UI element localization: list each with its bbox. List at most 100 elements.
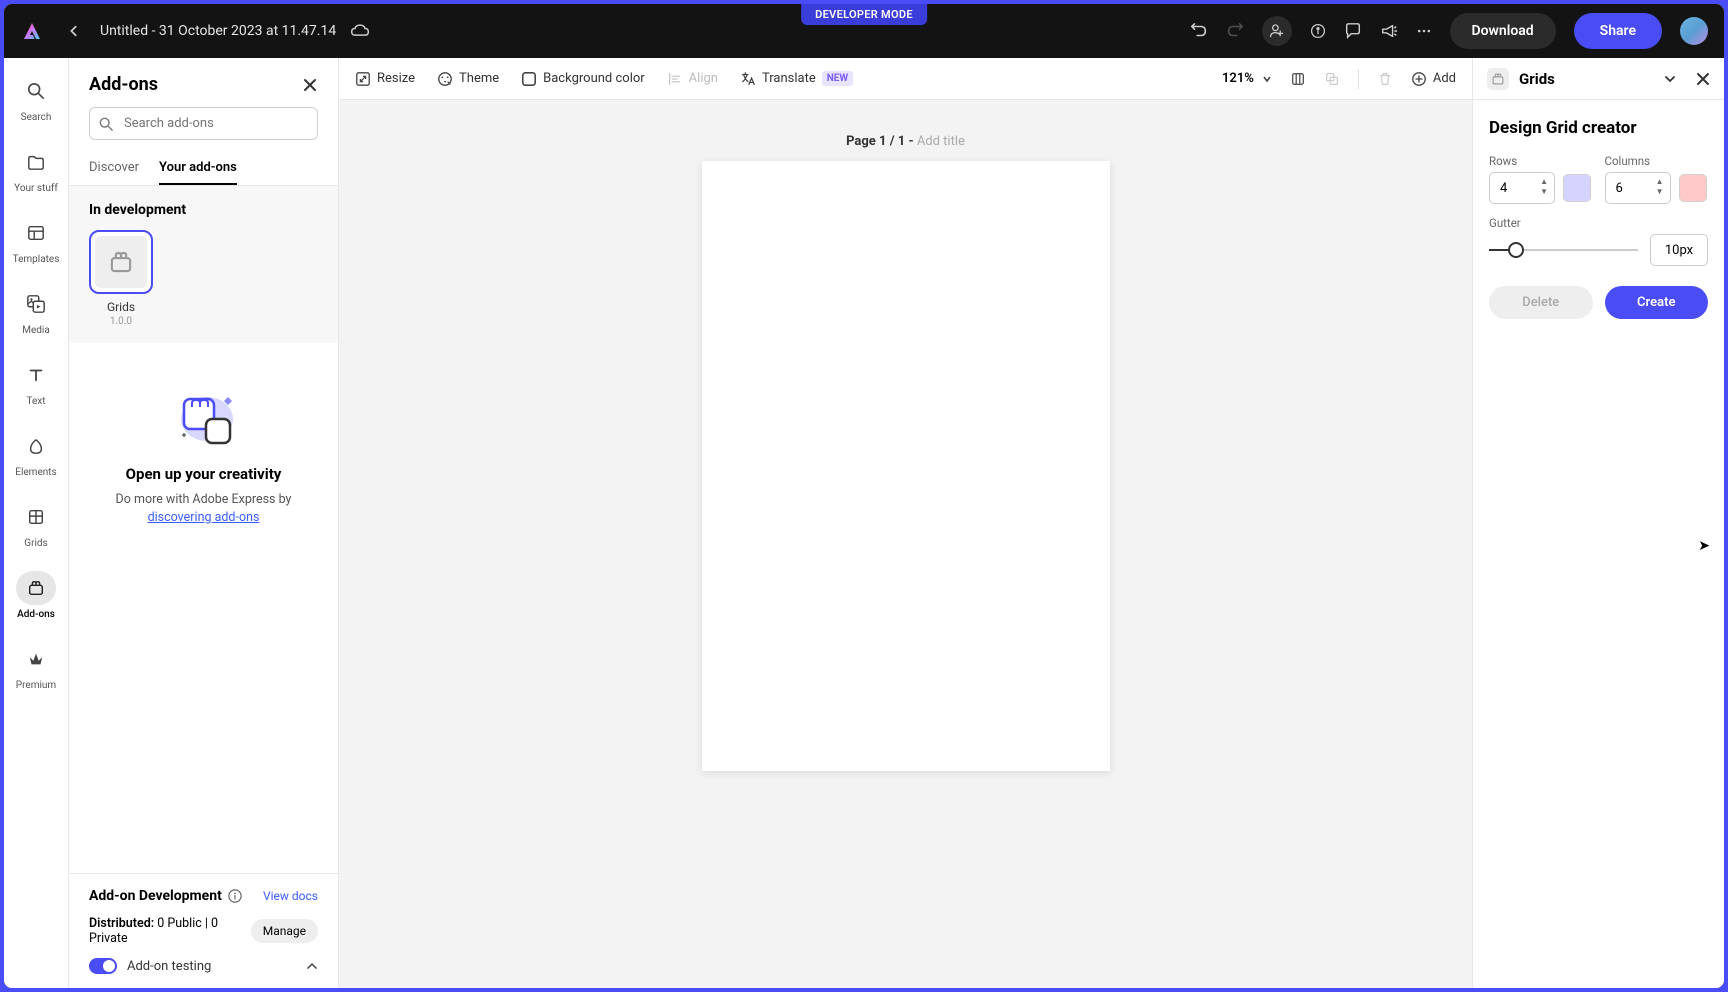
panel-addon-icon bbox=[1487, 68, 1509, 90]
rail-label: Add-ons bbox=[17, 609, 55, 620]
invite-button[interactable] bbox=[1262, 16, 1292, 46]
layers-icon[interactable] bbox=[1290, 71, 1306, 87]
stepper-down-icon[interactable]: ▼ bbox=[1656, 188, 1664, 198]
rail-label: Grids bbox=[24, 538, 47, 549]
rail-text[interactable]: Text bbox=[16, 358, 56, 407]
gutter-label: Gutter bbox=[1489, 216, 1708, 230]
share-button[interactable]: Share bbox=[1574, 13, 1662, 49]
close-panel-icon[interactable] bbox=[302, 77, 318, 93]
zoom-value: 121% bbox=[1222, 71, 1254, 86]
top-header: DEVELOPER MODE Untitled - 31 October 202… bbox=[4, 4, 1724, 58]
chevron-down-icon[interactable] bbox=[1664, 73, 1676, 85]
chevron-up-icon[interactable] bbox=[306, 960, 318, 972]
canvas-page[interactable] bbox=[702, 161, 1110, 771]
search-addons-input[interactable] bbox=[89, 107, 318, 140]
cols-value[interactable] bbox=[1616, 181, 1646, 196]
page-title-placeholder: Add title bbox=[917, 134, 965, 149]
rail-label: Media bbox=[22, 325, 50, 336]
cols-label: Columns bbox=[1605, 154, 1709, 168]
duplicate-icon bbox=[1324, 71, 1340, 87]
rail-addons[interactable]: Add-ons bbox=[16, 571, 56, 620]
theme-label: Theme bbox=[459, 71, 499, 86]
resize-button[interactable]: Resize bbox=[355, 71, 415, 87]
bgcolor-label: Background color bbox=[543, 71, 645, 86]
panel-title: Grids bbox=[1519, 70, 1654, 88]
comment-icon[interactable] bbox=[1344, 22, 1362, 40]
rail-label: Your stuff bbox=[14, 183, 58, 194]
cols-color-swatch[interactable] bbox=[1679, 174, 1707, 202]
rail-premium[interactable]: Premium bbox=[16, 642, 56, 691]
rail-search[interactable]: Search bbox=[16, 74, 56, 123]
view-docs-link[interactable]: View docs bbox=[263, 889, 318, 903]
page-number: Page 1 / 1 - bbox=[846, 134, 917, 149]
grid-creator-title: Design Grid creator bbox=[1489, 118, 1708, 138]
app-logo[interactable] bbox=[20, 19, 44, 43]
rail-label: Premium bbox=[16, 680, 56, 691]
theme-button[interactable]: Theme bbox=[437, 71, 499, 87]
gutter-slider[interactable] bbox=[1489, 249, 1638, 251]
announce-icon[interactable] bbox=[1380, 22, 1398, 40]
addon-name: Grids bbox=[107, 300, 135, 314]
developer-mode-badge: DEVELOPER MODE bbox=[801, 4, 927, 25]
testing-label: Add-on testing bbox=[127, 959, 211, 974]
translate-button[interactable]: Translate NEW bbox=[740, 71, 853, 87]
delete-button: Delete bbox=[1489, 286, 1593, 319]
addon-card-grids[interactable]: Grids 1.0.0 bbox=[89, 230, 153, 327]
slider-thumb[interactable] bbox=[1508, 242, 1524, 258]
document-title[interactable]: Untitled - 31 October 2023 at 11.47.14 bbox=[100, 23, 336, 39]
testing-toggle[interactable] bbox=[89, 958, 117, 974]
add-page-button[interactable]: Add bbox=[1411, 71, 1456, 87]
rows-color-swatch[interactable] bbox=[1563, 174, 1591, 202]
cols-input[interactable]: ▲▼ bbox=[1605, 172, 1671, 204]
redo-icon[interactable] bbox=[1226, 22, 1244, 40]
cloud-sync-icon[interactable] bbox=[350, 23, 370, 39]
resize-label: Resize bbox=[377, 71, 415, 86]
close-panel-icon[interactable] bbox=[1696, 72, 1710, 86]
align-button: Align bbox=[667, 71, 718, 87]
rail-label: Text bbox=[26, 396, 45, 407]
promo-illustration bbox=[172, 377, 236, 447]
more-icon[interactable] bbox=[1416, 23, 1432, 39]
info-icon[interactable] bbox=[228, 889, 242, 903]
back-button[interactable] bbox=[64, 21, 84, 41]
rail-label: Templates bbox=[13, 254, 60, 265]
help-icon[interactable] bbox=[1310, 23, 1326, 39]
rows-label: Rows bbox=[1489, 154, 1593, 168]
distributed-label: Distributed: bbox=[89, 916, 154, 931]
tab-your-addons[interactable]: Your add-ons bbox=[159, 152, 237, 185]
rail-grids[interactable]: Grids bbox=[16, 500, 56, 549]
rows-value[interactable] bbox=[1500, 181, 1530, 196]
translate-label: Translate bbox=[762, 71, 816, 86]
align-label: Align bbox=[689, 71, 718, 86]
zoom-control[interactable]: 121% bbox=[1222, 71, 1272, 86]
in-development-heading: In development bbox=[89, 202, 318, 218]
new-badge: NEW bbox=[822, 71, 853, 86]
trash-icon bbox=[1377, 71, 1393, 87]
addon-dev-title: Add-on Development bbox=[89, 888, 222, 904]
bgcolor-button[interactable]: Background color bbox=[521, 71, 645, 87]
page-label[interactable]: Page 1 / 1 - Add title bbox=[846, 134, 965, 149]
tab-discover[interactable]: Discover bbox=[89, 152, 139, 185]
rail-label: Search bbox=[21, 112, 52, 123]
rows-input[interactable]: ▲▼ bbox=[1489, 172, 1555, 204]
stepper-down-icon[interactable]: ▼ bbox=[1540, 188, 1548, 198]
rail-templates[interactable]: Templates bbox=[13, 216, 60, 265]
promo-text: Do more with Adobe Express by bbox=[116, 492, 292, 507]
manage-button[interactable]: Manage bbox=[251, 919, 318, 943]
canvas-area[interactable]: Page 1 / 1 - Add title bbox=[339, 100, 1472, 988]
promo-heading: Open up your creativity bbox=[126, 465, 282, 483]
discover-addons-link[interactable]: discovering add-ons bbox=[148, 510, 260, 525]
addon-version: 1.0.0 bbox=[110, 316, 132, 327]
create-button[interactable]: Create bbox=[1605, 286, 1709, 319]
gutter-input[interactable] bbox=[1650, 234, 1708, 266]
rail-media[interactable]: Media bbox=[16, 287, 56, 336]
download-button[interactable]: Download bbox=[1450, 13, 1556, 49]
rail-label: Elements bbox=[15, 467, 56, 478]
right-panel: Grids Design Grid creator Rows ▲▼ Colum bbox=[1472, 58, 1724, 988]
add-label: Add bbox=[1433, 71, 1456, 86]
user-avatar[interactable] bbox=[1680, 17, 1708, 45]
addons-panel: Add-ons Discover Your add-ons In develop… bbox=[69, 58, 339, 988]
rail-your-stuff[interactable]: Your stuff bbox=[14, 145, 58, 194]
rail-elements[interactable]: Elements bbox=[15, 429, 56, 478]
undo-icon[interactable] bbox=[1190, 22, 1208, 40]
